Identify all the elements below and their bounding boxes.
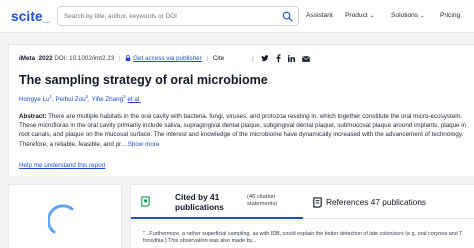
cited-by-label: Cited by 41 publications <box>175 192 224 212</box>
citation-snippet: "...Furthermore, a rather superficial sa… <box>143 231 464 245</box>
help-understand-link[interactable]: Help me understand this report <box>19 162 105 169</box>
linkedin-icon[interactable] <box>287 55 295 62</box>
cite-button[interactable]: Cite <box>213 55 224 62</box>
divider: | <box>252 56 254 63</box>
facebook-icon[interactable] <box>276 54 281 62</box>
email-icon[interactable] <box>301 55 310 62</box>
nav-solutions[interactable]: Solutions ⌄ <box>391 12 425 19</box>
tab-cited-by[interactable]: Cited by 41 publications (46 citation st… <box>131 185 303 219</box>
divider: | <box>118 55 121 62</box>
article-meta: iMeta 2022 DOI: 10.1002/imt2.23 | Get ac… <box>19 55 224 62</box>
chevron-down-icon: ⌄ <box>420 13 425 19</box>
show-more-link[interactable]: Show more <box>128 141 160 148</box>
publication-year: 2022 <box>38 55 53 62</box>
tab-references[interactable]: References 47 publications <box>303 185 474 219</box>
get-access-link[interactable]: Get access via publisher <box>133 55 202 62</box>
lock-icon <box>126 55 131 61</box>
chevron-down-icon: ⌄ <box>369 13 375 19</box>
article-title: The sampling strategy of oral microbiome <box>19 73 268 87</box>
author-link[interactable]: Peihui Zou2 <box>55 94 88 103</box>
references-icon <box>313 197 322 208</box>
divider: | <box>206 55 209 62</box>
abstract-label: Abstract: <box>19 113 47 120</box>
journal-name[interactable]: iMeta <box>19 55 35 62</box>
scite-logo[interactable]: scite_ <box>11 9 51 24</box>
article-card: iMeta 2022 DOI: 10.1002/imt2.23 | Get ac… <box>8 44 474 176</box>
loading-spinner-icon <box>48 204 74 234</box>
cited-by-icon <box>141 196 150 207</box>
author-list: Hongye Lu1, Peihui Zou2, Yifei Zhang3 et… <box>19 94 142 104</box>
citation-statements-count: (46 citation statements) <box>247 194 278 208</box>
nav-assistant[interactable]: Assistant <box>306 12 333 19</box>
references-label: References 47 publications <box>326 197 427 207</box>
citation-chart-panel <box>8 184 122 248</box>
author-link[interactable]: Hongye Lu1 <box>19 94 52 103</box>
search-input[interactable] <box>64 10 274 23</box>
share-icons: | <box>252 54 310 63</box>
citations-panel: Cited by 41 publications (46 citation st… <box>130 184 474 248</box>
doi[interactable]: DOI: 10.1002/imt2.23 <box>54 55 114 62</box>
author-link[interactable]: Yifei Zhang3 <box>92 94 126 103</box>
et-al-link[interactable]: et al. <box>127 96 141 103</box>
search-box[interactable] <box>57 6 299 26</box>
abstract: Abstract: There are multiple habitats in… <box>19 112 469 149</box>
nav-product[interactable]: Product ⌄ <box>345 12 374 19</box>
twitter-icon[interactable] <box>260 55 269 62</box>
top-navigation-bar: scite_ Assistant Product⌄ Solutions⌄ Pri… <box>0 0 474 33</box>
abstract-text: There are multiple habitats in the oral … <box>19 113 467 148</box>
nav-pricing[interactable]: Pricing <box>440 12 460 19</box>
search-icon[interactable] <box>282 11 293 22</box>
